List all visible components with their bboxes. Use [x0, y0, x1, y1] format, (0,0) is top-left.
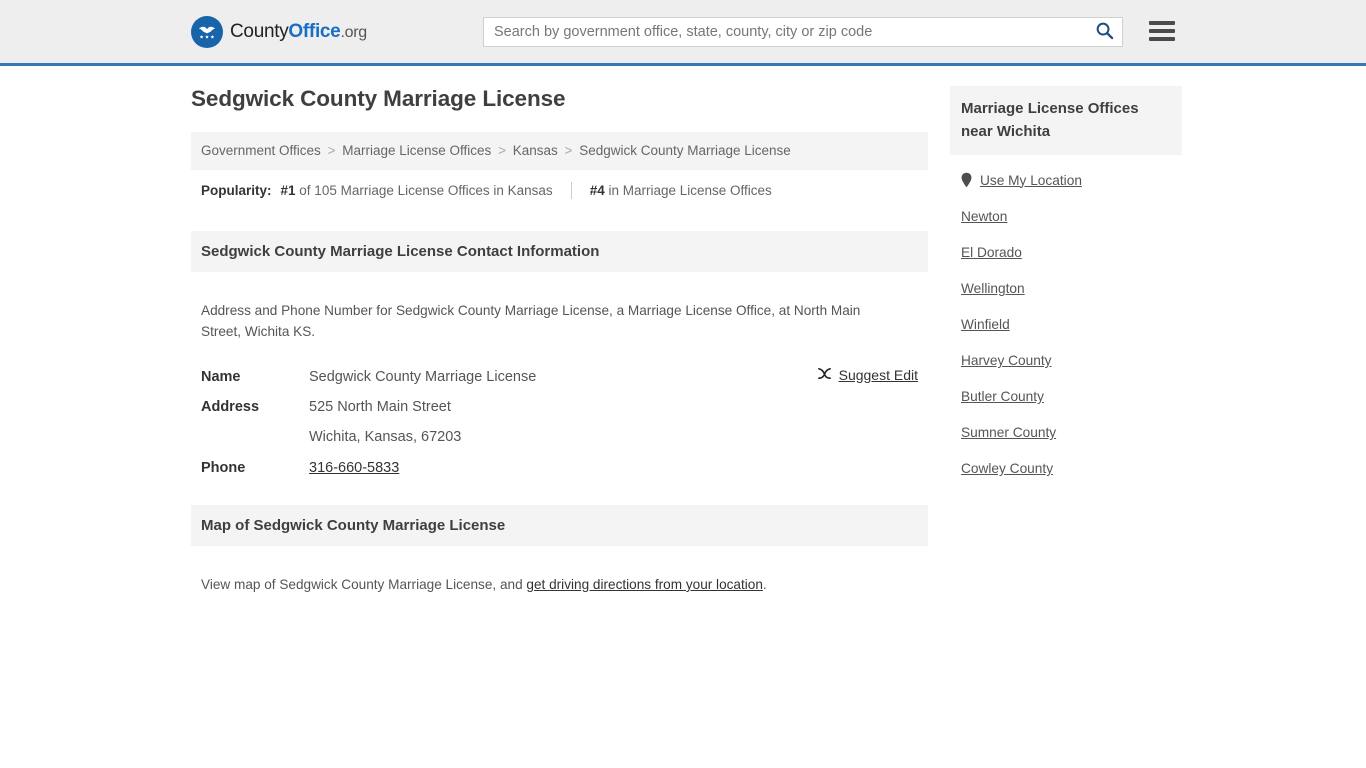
map-section-description: View map of Sedgwick County Marriage Lic… — [191, 560, 928, 601]
breadcrumb-separator-icon: > — [327, 143, 336, 158]
suggest-edit-link[interactable]: Suggest Edit — [817, 366, 918, 384]
page-title: Sedgwick County Marriage License — [191, 86, 566, 111]
row-label-phone: Phone — [201, 459, 246, 476]
countyoffice-eagle-logo-icon — [191, 15, 223, 48]
contact-information-table: Name Sedgwick County Marriage License Ad… — [191, 362, 928, 484]
search-icon — [1095, 21, 1114, 43]
table-row: Wichita, Kansas, 67203 — [191, 422, 928, 452]
row-label-name: Name — [201, 368, 241, 385]
sidebar-link-winfield[interactable]: Winfield — [961, 317, 1010, 332]
sidebar-link-sumner-county[interactable]: Sumner County — [961, 425, 1056, 440]
sidebar-links-list: Use My Location Newton El Dorado Welling… — [950, 155, 1182, 477]
map-pin-icon — [961, 172, 972, 188]
list-item[interactable]: Harvey County — [950, 353, 1182, 368]
popularity-rank-national-text: in Marriage License Offices — [604, 183, 772, 199]
page-body: Sedgwick County Marriage License Governm… — [183, 66, 1183, 615]
sidebar-link-wellington[interactable]: Wellington — [961, 281, 1025, 296]
list-item[interactable]: Wellington — [950, 281, 1182, 296]
hamburger-menu-icon-bar-2 — [1149, 29, 1175, 33]
logo-wordmark: CountyOffice.org — [230, 21, 367, 43]
search-input[interactable] — [484, 18, 1086, 46]
breadcrumb-separator-icon: > — [498, 143, 506, 158]
popularity-rank-state-text: of 105 Marriage License Offices in Kansa… — [295, 183, 553, 199]
search-bar — [483, 17, 1123, 47]
sidebar-item-use-my-location[interactable]: Use My Location — [950, 172, 1182, 188]
sidebar-link-newton[interactable]: Newton — [961, 209, 1007, 224]
breadcrumb-separator-icon: > — [564, 143, 573, 158]
site-header: CountyOffice.org — [0, 0, 1366, 66]
row-value-address-line2: Wichita, Kansas, 67203 — [309, 429, 462, 446]
list-item[interactable]: Winfield — [950, 317, 1182, 332]
popularity-divider — [570, 182, 572, 200]
site-logo[interactable]: CountyOffice.org — [191, 15, 367, 48]
breadcrumb-item-current: Sedgwick County Marriage License — [579, 143, 791, 158]
sidebar-link-use-my-location[interactable]: Use My Location — [980, 173, 1082, 188]
logo-text-tld: .org — [340, 23, 367, 41]
row-label-address: Address — [201, 398, 260, 415]
header-inner: CountyOffice.org — [183, 0, 1183, 63]
popularity-rank-state-number: #1 — [280, 183, 296, 199]
sidebar-heading: Marriage License Offices near Wichita — [950, 86, 1182, 155]
row-value-address-line1: 525 North Main Street — [309, 398, 451, 415]
hamburger-menu-icon-bar-1 — [1149, 21, 1175, 25]
edit-pencil-icon — [817, 366, 832, 384]
list-item[interactable]: Butler County — [950, 389, 1182, 404]
popularity-label: Popularity: — [201, 183, 272, 199]
popularity-row: Popularity: #1 of 105 Marriage License O… — [191, 170, 928, 209]
popularity-rank-national-number: #4 — [589, 183, 605, 199]
sidebar-link-harvey-county[interactable]: Harvey County — [961, 353, 1052, 368]
row-value-phone: 316-660-5833 — [309, 457, 399, 479]
list-item[interactable]: Newton — [950, 209, 1182, 224]
popularity-rank-state: #1 of 105 Marriage License Offices in Ka… — [281, 183, 553, 198]
sidebar-link-cowley-county[interactable]: Cowley County — [961, 461, 1053, 476]
table-row: Address 525 North Main Street — [191, 392, 928, 422]
phone-number-link[interactable]: 316-660-5833 — [309, 460, 399, 476]
hamburger-menu-button[interactable] — [1149, 18, 1175, 44]
main-content-column: Sedgwick County Marriage License Governm… — [191, 86, 928, 615]
map-description-prefix: View map of Sedgwick County Marriage Lic… — [201, 576, 527, 592]
driving-directions-link[interactable]: get driving directions from your locatio… — [526, 577, 763, 592]
sidebar-link-butler-county[interactable]: Butler County — [961, 389, 1044, 404]
breadcrumb: Government Offices > Marriage License Of… — [191, 132, 928, 171]
list-item[interactable]: El Dorado — [950, 245, 1182, 260]
sidebar: Marriage License Offices near Wichita Us… — [950, 86, 1182, 615]
logo-text-office: Office — [288, 20, 341, 42]
breadcrumb-item-marriage-license-offices[interactable]: Marriage License Offices — [342, 143, 491, 158]
search-submit-button[interactable] — [1086, 18, 1122, 46]
sidebar-link-el-dorado[interactable]: El Dorado — [961, 245, 1022, 260]
breadcrumb-item-kansas[interactable]: Kansas — [513, 143, 558, 158]
breadcrumb-item-government-offices[interactable]: Government Offices — [201, 143, 321, 158]
contact-information-heading: Sedgwick County Marriage License Contact… — [191, 231, 928, 273]
row-value-name: Sedgwick County Marriage License — [309, 368, 537, 385]
map-section-heading: Map of Sedgwick County Marriage License — [191, 505, 928, 547]
suggest-edit-label: Suggest Edit — [838, 366, 918, 383]
list-item[interactable]: Cowley County — [950, 461, 1182, 476]
popularity-rank-national: #4 in Marriage License Offices — [590, 183, 772, 198]
map-description-suffix: . — [762, 576, 767, 592]
table-row: Phone 316-660-5833 — [191, 453, 928, 483]
logo-text-county: County — [230, 20, 289, 42]
list-item[interactable]: Sumner County — [950, 425, 1182, 440]
contact-information-description: Address and Phone Number for Sedgwick Co… — [201, 302, 861, 339]
hamburger-menu-icon-bar-3 — [1149, 37, 1175, 41]
